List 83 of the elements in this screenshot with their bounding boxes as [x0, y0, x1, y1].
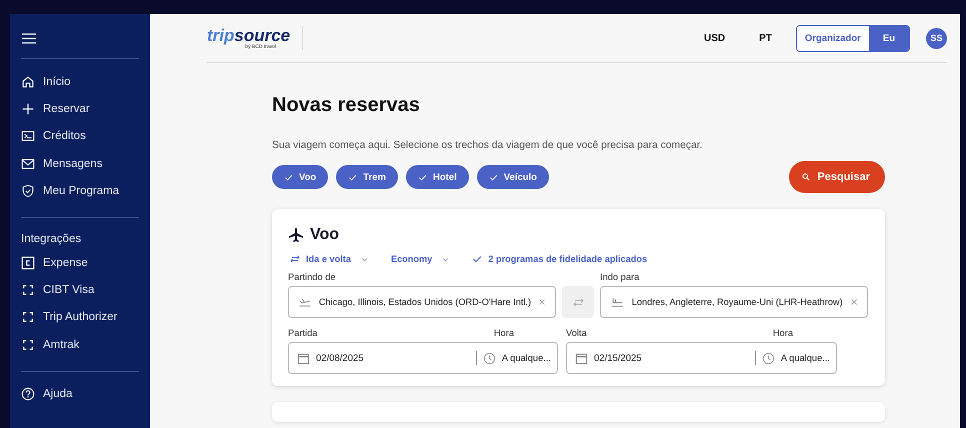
time-value: A qualque... — [780, 353, 830, 363]
landing-icon — [611, 296, 624, 308]
shield-icon — [21, 184, 35, 198]
nav-label: Meu Programa — [43, 185, 120, 198]
card-title: Voo — [310, 226, 340, 244]
date-value: 02/15/2025 — [594, 352, 642, 364]
nav-label: Ajuda — [43, 388, 72, 400]
search-icon — [802, 173, 810, 181]
field-label: Partindo de — [288, 272, 337, 282]
nav-item[interactable]: Ajuda — [21, 380, 139, 408]
mode-toggle-option[interactable]: Eu — [868, 26, 909, 50]
date-value: 02/08/2025 — [316, 352, 364, 364]
close-icon[interactable] — [850, 298, 857, 306]
nav-label: Expense — [43, 256, 88, 269]
calendar-icon — [575, 352, 588, 364]
nav-label: Mensagens — [43, 158, 102, 170]
nav-label: Reservar — [43, 103, 90, 116]
loyalty-programs-link[interactable]: 2 programas de fidelidade aplicados — [472, 254, 648, 264]
frame-icon — [21, 338, 35, 352]
segment-chip[interactable]: Trem — [336, 165, 398, 189]
check-icon — [472, 254, 482, 264]
origin-field[interactable]: Chicago, Illinois, Estados Unidos (ORD-O'Hare Intl.) — [288, 286, 556, 318]
plus-icon — [21, 102, 35, 116]
field-label: Hora — [494, 328, 514, 338]
frame-icon — [21, 283, 35, 298]
currency-button[interactable]: USD — [704, 32, 726, 44]
nav-label: Amtrak — [43, 338, 80, 351]
nav-item[interactable]: Amtrak — [21, 331, 139, 359]
field-label: Hora — [772, 328, 793, 338]
date-field[interactable]: 02/15/2025 — [567, 352, 755, 364]
date-field[interactable]: 02/08/2025 — [289, 352, 476, 364]
check-icon — [284, 172, 293, 182]
nav-item[interactable]: Mensagens — [21, 150, 139, 178]
logo-wordmark: tripsource — [207, 26, 290, 44]
origin-value: Chicago, Illinois, Estados Unidos (ORD-O'Hare Intl.) — [318, 297, 532, 307]
nav-item[interactable]: Créditos — [21, 122, 139, 150]
destination-field[interactable]: Londres, Angleterre, Royaume-Uni (LHR-Heathrow) — [600, 286, 868, 318]
airplane-icon — [288, 227, 304, 243]
help-icon — [21, 387, 35, 402]
field-label: Indo para — [600, 272, 640, 282]
nav-item[interactable]: Início — [21, 68, 139, 96]
section-title: Integrações — [21, 232, 82, 247]
language-button[interactable]: PT — [759, 32, 772, 44]
segment-chip[interactable]: Hotel — [406, 165, 469, 189]
takeoff-icon — [299, 296, 311, 308]
time-field[interactable]: A qualque... — [754, 351, 836, 365]
field-label: Volta — [566, 328, 587, 338]
nav-item[interactable]: Trip Authorizer — [21, 304, 139, 332]
page-title: Novas reservas — [272, 94, 421, 117]
calendar-icon — [297, 352, 310, 364]
mode-toggle-option[interactable]: Organizador — [796, 26, 869, 50]
page-subtitle: Sua viagem começa aqui. Selecione os trechos da viagem de que você precisa para começar. — [272, 140, 704, 151]
nav-label: Trip Authorizer — [43, 311, 118, 324]
cabin-dropdown[interactable]: Economy — [390, 254, 450, 264]
nav-label: Créditos — [43, 130, 86, 142]
check-icon — [348, 172, 358, 182]
clock-icon — [762, 352, 775, 364]
swap-arrows-icon — [290, 255, 300, 263]
search-button[interactable]: Pesquisar — [789, 161, 885, 193]
clock-icon — [482, 352, 496, 364]
avatar[interactable]: SS — [926, 28, 947, 48]
nav-item[interactable]: Meu Programa — [21, 178, 139, 205]
expense-icon — [21, 256, 35, 270]
segment-chip[interactable]: Voo — [272, 165, 328, 189]
nav-item[interactable]: Reservar — [21, 95, 139, 123]
nav-label: CIBT Visa — [43, 284, 94, 296]
check-icon — [488, 172, 498, 182]
close-icon[interactable] — [539, 298, 545, 306]
time-field[interactable]: A qualque... — [476, 351, 557, 365]
mail-icon — [21, 156, 35, 171]
swap-arrows-icon — [572, 298, 584, 306]
home-icon — [21, 74, 35, 89]
check-icon — [418, 172, 427, 182]
segment-chip[interactable]: Veículo — [476, 165, 549, 189]
frame-icon — [21, 310, 35, 324]
nav-item[interactable]: Expense — [21, 248, 139, 276]
trip-type-dropdown[interactable]: Ida e volta — [290, 254, 369, 264]
nav-item[interactable]: CIBT Visa — [21, 276, 139, 304]
field-label: Partida — [288, 328, 318, 338]
time-value: A qualque... — [502, 353, 551, 363]
nav-label: Início — [43, 76, 70, 88]
menu-icon — [22, 32, 36, 44]
destination-value: Londres, Angleterre, Royaume-Uni (LHR-Heathrow) — [632, 297, 843, 307]
